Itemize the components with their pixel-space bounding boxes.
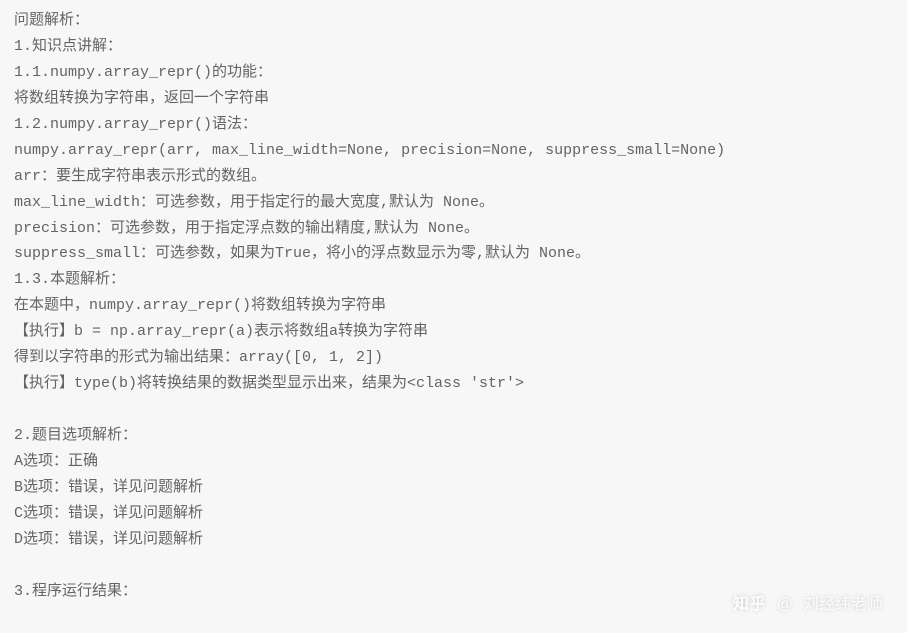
- text-line: 【执行】type(b)将转换结果的数据类型显示出来，结果为<class 'str…: [14, 371, 893, 397]
- text-line: 将数组转换为字符串，返回一个字符串: [14, 86, 893, 112]
- text-line: suppress_small：可选参数，如果为True，将小的浮点数显示为零,默…: [14, 241, 893, 267]
- text-line: 得到以字符串的形式为输出结果：array([0, 1, 2]): [14, 345, 893, 371]
- blank-line: [14, 553, 893, 579]
- blank-line: [14, 397, 893, 423]
- text-line: 3.程序运行结果：: [14, 579, 893, 605]
- explanation-block: 问题解析： 1.知识点讲解： 1.1.numpy.array_repr()的功能…: [0, 0, 907, 605]
- text-line: numpy.array_repr(arr, max_line_width=Non…: [14, 138, 893, 164]
- text-line: A选项：正确: [14, 449, 893, 475]
- text-line: 2.题目选项解析：: [14, 423, 893, 449]
- text-line: 1.3.本题解析：: [14, 267, 893, 293]
- text-line: 1.1.numpy.array_repr()的功能：: [14, 60, 893, 86]
- text-line: max_line_width：可选参数，用于指定行的最大宽度,默认为 None。: [14, 190, 893, 216]
- text-line: 问题解析：: [14, 8, 893, 34]
- text-line: 【执行】b = np.array_repr(a)表示将数组a转换为字符串: [14, 319, 893, 345]
- text-line: C选项：错误，详见问题解析: [14, 501, 893, 527]
- text-line: precision：可选参数，用于指定浮点数的输出精度,默认为 None。: [14, 216, 893, 242]
- text-line: 1.知识点讲解：: [14, 34, 893, 60]
- text-line: B选项：错误，详见问题解析: [14, 475, 893, 501]
- text-line: 在本题中，numpy.array_repr()将数组转换为字符串: [14, 293, 893, 319]
- text-line: D选项：错误，详见问题解析: [14, 527, 893, 553]
- text-line: 1.2.numpy.array_repr()语法：: [14, 112, 893, 138]
- text-line: arr：要生成字符串表示形式的数组。: [14, 164, 893, 190]
